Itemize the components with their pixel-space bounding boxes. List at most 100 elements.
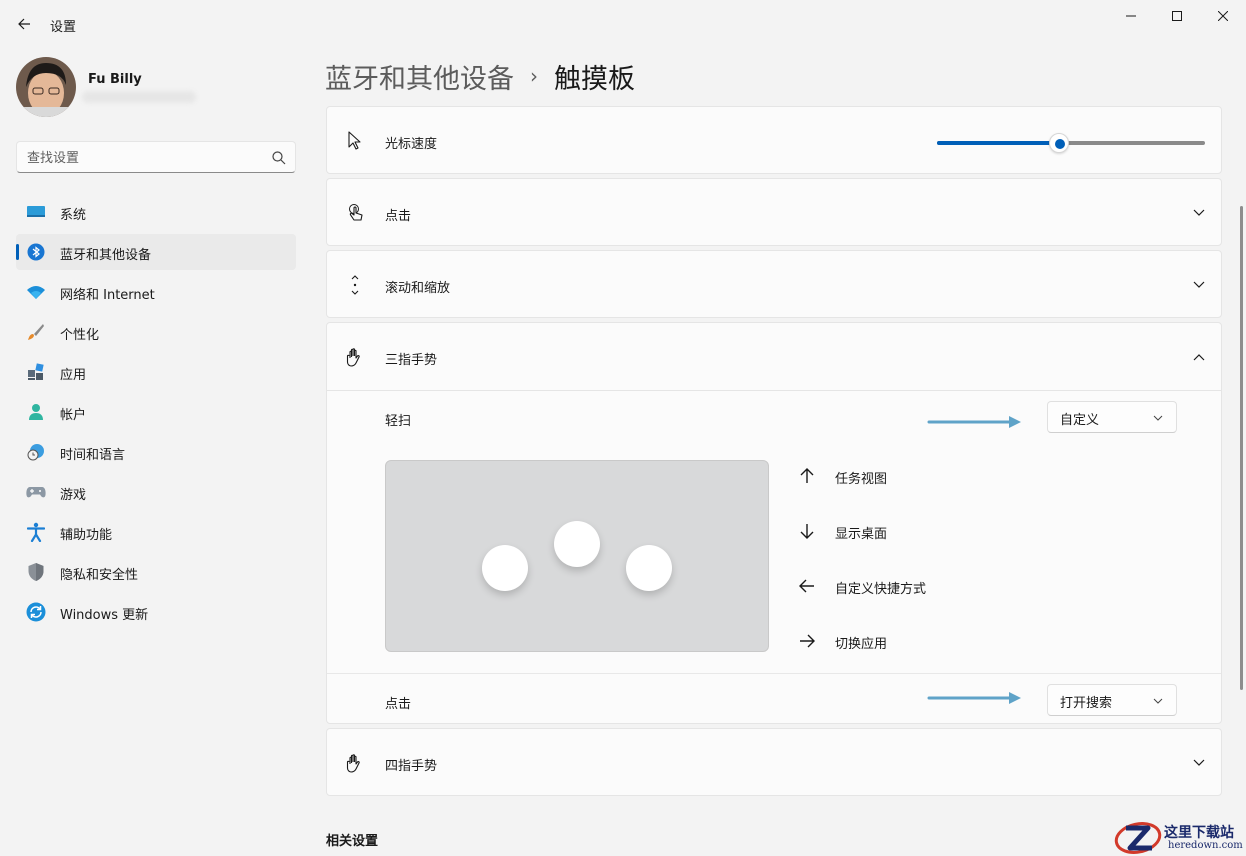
wifi-icon xyxy=(26,283,46,301)
sidebar-item-label: Windows 更新 xyxy=(60,608,149,623)
sidebar-item-bluetooth[interactable]: 蓝牙和其他设备 xyxy=(16,234,296,270)
clock-globe-icon xyxy=(26,443,46,461)
hand-icon xyxy=(345,753,365,773)
shield-icon xyxy=(26,563,46,581)
scroll-zoom-card[interactable]: 滚动和缩放 xyxy=(326,250,1222,318)
tap-icon xyxy=(345,203,365,223)
minimize-icon xyxy=(1126,15,1136,17)
sidebar-item-label: 网络和 Internet xyxy=(60,288,155,303)
annotation-arrow-icon xyxy=(927,692,1021,704)
arrow-left-icon xyxy=(799,579,814,593)
divider xyxy=(327,673,1221,674)
close-button[interactable] xyxy=(1200,0,1246,32)
sidebar-item-time-language[interactable]: 时间和语言 xyxy=(16,434,296,470)
sidebar-item-apps[interactable]: 应用 xyxy=(16,354,296,390)
cursor-icon xyxy=(345,131,365,151)
apps-icon xyxy=(26,363,46,381)
sidebar-item-accounts[interactable]: 帐户 xyxy=(16,394,296,430)
three-finger-gestures-card: 三指手势 轻扫 自定义 任务视图 显示桌面 自定义快捷方式 切换应用 点击 打开… xyxy=(326,322,1222,724)
annotation-arrow-icon xyxy=(927,416,1021,428)
tap-card[interactable]: 点击 xyxy=(326,178,1222,246)
chevron-down-icon[interactable] xyxy=(1191,277,1207,293)
chevron-up-icon[interactable] xyxy=(1191,349,1207,365)
watermark-subtext: heredown.com xyxy=(1168,840,1243,851)
gesture-down: 显示桌面 xyxy=(797,519,1097,543)
gesture-up: 任务视图 xyxy=(797,464,1097,488)
sidebar-item-label: 时间和语言 xyxy=(60,448,126,463)
cursor-speed-slider[interactable] xyxy=(937,133,1205,153)
swipe-dropdown[interactable]: 自定义 xyxy=(1047,401,1177,433)
maximize-icon xyxy=(1172,11,1182,21)
sidebar-item-system[interactable]: 系统 xyxy=(16,194,296,230)
scrollbar[interactable] xyxy=(1240,206,1243,690)
sidebar-item-accessibility[interactable]: 辅助功能 xyxy=(16,514,296,550)
slider-fill xyxy=(937,141,1059,145)
brush-icon xyxy=(26,323,46,341)
account-icon xyxy=(26,403,46,421)
breadcrumb-separator: › xyxy=(530,64,538,88)
search-icon[interactable] xyxy=(271,150,287,166)
sidebar-item-label: 帐户 xyxy=(60,408,87,423)
three-finger-label: 三指手势 xyxy=(385,353,438,368)
chevron-down-icon[interactable] xyxy=(1191,205,1207,221)
sidebar-item-label: 辅助功能 xyxy=(60,528,113,543)
user-name: Fu Billy xyxy=(88,72,142,87)
gesture-left: 自定义快捷方式 xyxy=(797,574,1097,598)
sidebar-nav: 系统 蓝牙和其他设备 网络和 Internet 个性化 应用 帐户 时间和语言 … xyxy=(16,194,296,634)
breadcrumb: 蓝牙和其他设备 › 触摸板 xyxy=(325,56,635,96)
three-finger-header[interactable]: 三指手势 xyxy=(327,323,1221,390)
swipe-label: 轻扫 xyxy=(385,414,412,429)
gesture-label: 自定义快捷方式 xyxy=(835,582,927,597)
user-email-blurred xyxy=(82,91,196,103)
watermark-emblem-icon xyxy=(1114,822,1162,854)
sidebar-item-privacy[interactable]: 隐私和安全性 xyxy=(16,554,296,590)
touchpad-illustration xyxy=(385,460,769,652)
back-arrow-icon xyxy=(18,18,30,30)
maximize-button[interactable] xyxy=(1154,0,1200,32)
sidebar-item-network[interactable]: 网络和 Internet xyxy=(16,274,296,310)
swipe-dropdown-value: 自定义 xyxy=(1060,413,1100,428)
bluetooth-icon xyxy=(26,243,46,261)
minimize-button[interactable] xyxy=(1108,0,1154,32)
back-button[interactable] xyxy=(10,10,38,38)
sidebar-item-label: 应用 xyxy=(60,368,87,383)
sidebar-item-personalization[interactable]: 个性化 xyxy=(16,314,296,350)
tap-dropdown-value: 打开搜索 xyxy=(1060,696,1113,711)
three-finger-tap-dropdown[interactable]: 打开搜索 xyxy=(1047,684,1177,716)
breadcrumb-parent[interactable]: 蓝牙和其他设备 xyxy=(325,57,514,96)
sidebar-item-windows-update[interactable]: Windows 更新 xyxy=(16,594,296,630)
chevron-down-icon[interactable] xyxy=(1191,755,1207,771)
slider-thumb[interactable] xyxy=(1048,133,1069,153)
sidebar-item-label: 游戏 xyxy=(60,488,87,503)
hand-icon xyxy=(345,347,365,367)
close-icon xyxy=(1218,11,1228,21)
user-profile[interactable]: Fu Billy xyxy=(16,57,296,117)
gamepad-icon xyxy=(26,483,46,501)
monitor-icon xyxy=(26,203,46,221)
cursor-speed-label: 光标速度 xyxy=(385,137,438,152)
gesture-label: 任务视图 xyxy=(835,472,888,487)
scroll-icon xyxy=(345,275,365,295)
finger-dot xyxy=(482,545,528,591)
arrow-up-icon xyxy=(800,468,814,483)
sidebar-item-label: 系统 xyxy=(60,208,87,223)
gesture-label: 切换应用 xyxy=(835,637,888,652)
chevron-down-icon xyxy=(1153,698,1163,704)
four-finger-label: 四指手势 xyxy=(385,759,438,774)
cursor-speed-card: 光标速度 xyxy=(326,106,1222,174)
sidebar-item-label: 个性化 xyxy=(60,328,100,343)
three-finger-tap-label: 点击 xyxy=(385,697,412,712)
avatar xyxy=(16,57,76,117)
app-title: 设置 xyxy=(50,20,77,35)
search-input[interactable] xyxy=(27,148,257,168)
arrow-down-icon xyxy=(800,524,814,539)
arrow-right-icon xyxy=(800,634,815,648)
sidebar-item-gaming[interactable]: 游戏 xyxy=(16,474,296,510)
accessibility-icon xyxy=(26,522,46,542)
watermark-text: 这里下载站 xyxy=(1164,825,1234,841)
finger-dot xyxy=(626,545,672,591)
four-finger-gestures-card[interactable]: 四指手势 xyxy=(326,728,1222,796)
chevron-down-icon xyxy=(1153,415,1163,421)
search-box[interactable] xyxy=(16,141,296,173)
related-settings-heading: 相关设置 xyxy=(326,834,379,849)
